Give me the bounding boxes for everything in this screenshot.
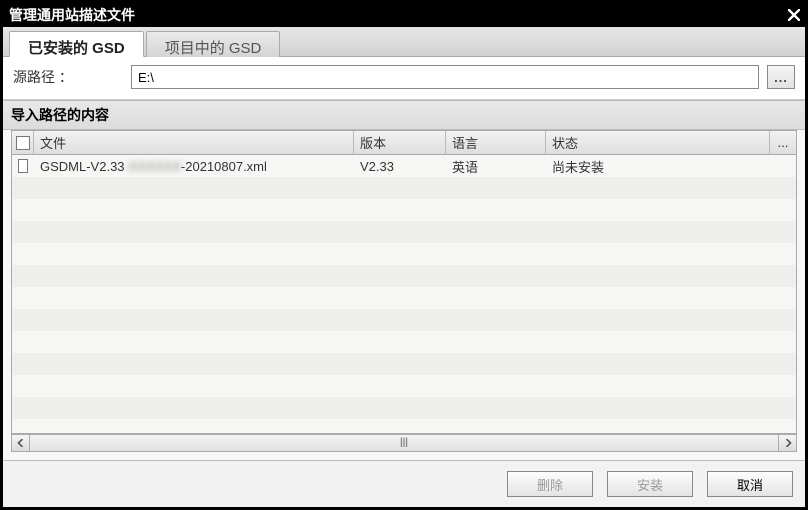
table-header-row: 文件 版本 语言 状态 ...: [12, 131, 796, 155]
tab-project-gsd[interactable]: 项目中的 GSD: [146, 31, 281, 57]
row-status-cell: 尚未安装: [546, 155, 770, 178]
row-checkbox-cell[interactable]: [12, 157, 34, 175]
delete-button[interactable]: 删除: [507, 471, 593, 497]
source-panel: 源路径 ： ...: [3, 57, 805, 100]
scroll-grip-icon: Ⅲ: [400, 435, 409, 451]
cancel-button[interactable]: 取消: [707, 471, 793, 497]
browse-button[interactable]: ...: [767, 65, 795, 89]
table-row[interactable]: GSDML-V2.33-XXXXXX-20210807.xml V2.33 英语…: [12, 155, 796, 177]
file-table: 文件 版本 语言 状态 ... GSDML-V2.33-XXXXXX-20210…: [11, 130, 797, 434]
scroll-left-button[interactable]: [12, 435, 30, 451]
table-body: GSDML-V2.33-XXXXXX-20210807.xml V2.33 英语…: [12, 155, 796, 433]
row-language-cell: 英语: [446, 155, 546, 178]
tab-bar: 已安装的 GSD 项目中的 GSD: [3, 27, 805, 57]
horizontal-scrollbar[interactable]: Ⅲ: [11, 434, 797, 452]
file-name-prefix: GSDML-V2.33: [40, 159, 125, 174]
install-button[interactable]: 安装: [607, 471, 693, 497]
file-name-suffix: -20210807.xml: [181, 159, 267, 174]
header-version[interactable]: 版本: [354, 131, 446, 154]
chevron-right-icon: [784, 439, 792, 447]
row-file-cell: GSDML-V2.33-XXXXXX-20210807.xml: [34, 157, 354, 176]
row-more-cell: [770, 164, 796, 168]
checkbox-icon: [18, 159, 28, 173]
dialog-window: 管理通用站描述文件 已安装的 GSD 项目中的 GSD 源路径 ： ... 导入…: [0, 0, 808, 510]
header-file[interactable]: 文件: [34, 131, 354, 154]
scroll-track[interactable]: Ⅲ: [30, 435, 778, 451]
header-more[interactable]: ...: [770, 131, 796, 154]
row-version-cell: V2.33: [354, 157, 446, 176]
header-select-all[interactable]: [12, 131, 34, 154]
file-name-obscured: -XXXXXX: [125, 159, 181, 174]
header-language[interactable]: 语言: [446, 131, 546, 154]
source-path-label: 源路径 ：: [13, 67, 123, 87]
header-status[interactable]: 状态: [546, 131, 770, 154]
chevron-left-icon: [17, 439, 25, 447]
tab-installed-gsd[interactable]: 已安装的 GSD: [9, 31, 144, 57]
titlebar: 管理通用站描述文件: [3, 3, 805, 27]
section-title: 导入路径的内容: [3, 100, 805, 130]
scroll-right-button[interactable]: [778, 435, 796, 451]
dialog-button-row: 删除 安装 取消: [3, 460, 805, 507]
source-path-input[interactable]: [131, 65, 759, 89]
window-title: 管理通用站描述文件: [9, 5, 135, 25]
source-row: 源路径 ： ...: [13, 65, 795, 89]
close-icon: [788, 9, 800, 21]
close-button[interactable]: [783, 5, 805, 25]
checkbox-icon: [16, 136, 30, 150]
